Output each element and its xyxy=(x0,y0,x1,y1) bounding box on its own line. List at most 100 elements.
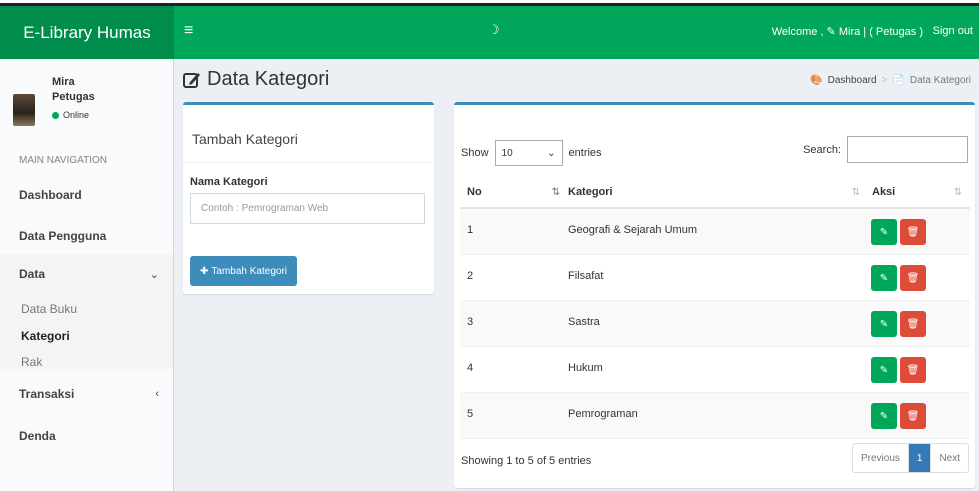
subitem-kategori[interactable]: Kategori xyxy=(21,329,70,343)
length-control: Show 10 ⌄ entries xyxy=(461,140,602,166)
row-actions: ✎ 🗑 xyxy=(871,265,926,291)
edit-icon[interactable]: ✎ xyxy=(871,311,897,337)
document-icon: 📄 xyxy=(892,75,905,86)
edit-icon[interactable]: ✎ xyxy=(871,219,897,245)
box-title: Tambah Kategori xyxy=(183,105,434,163)
breadcrumb-separator: > xyxy=(881,75,888,86)
edit-icon[interactable]: ✎ xyxy=(871,265,897,291)
pagination-next[interactable]: Next xyxy=(931,444,968,472)
sidebar: Mira Petugas Online MAIN NAVIGATION Dash… xyxy=(0,59,174,491)
row-kategori: Sastra xyxy=(568,316,600,328)
edit-icon[interactable]: ✎ xyxy=(871,357,897,383)
entries-value: 10 xyxy=(501,147,513,159)
subitem-data-buku[interactable]: Data Buku xyxy=(21,302,77,316)
top-navbar: ≡ ☽ Welcome , ✎ Mira | ( Petugas ) Sign … xyxy=(174,6,979,59)
nav-header: MAIN NAVIGATION xyxy=(19,155,107,166)
search-control: Search: xyxy=(803,136,968,163)
user-status-label: Online xyxy=(63,110,90,120)
table-row: 2 Filsafat ✎ 🗑 xyxy=(460,255,970,301)
trash-icon[interactable]: 🗑 xyxy=(900,311,926,337)
show-label: Show xyxy=(461,147,489,159)
row-actions: ✎ 🗑 xyxy=(871,219,926,245)
category-table-box: Show 10 ⌄ entries Search: No ⇅ Kategori … xyxy=(454,102,975,488)
edit-icon[interactable]: ✎ xyxy=(871,403,897,429)
column-kategori[interactable]: Kategori ⇅ xyxy=(568,175,868,209)
trash-icon[interactable]: 🗑 xyxy=(900,265,926,291)
search-label: Search: xyxy=(803,143,841,156)
sidebar-item-denda[interactable]: Denda xyxy=(0,416,173,456)
row-no: 3 xyxy=(467,316,474,328)
sidebar-item-transaksi[interactable]: Transaksi ‹ xyxy=(0,374,173,414)
sidebar-item-label: Transaksi xyxy=(19,387,75,401)
sidebar-item-label: Data Pengguna xyxy=(19,229,107,243)
edit-icon xyxy=(183,72,200,88)
dashboard-icon: 🎨 xyxy=(810,75,823,86)
category-name-label: Nama Kategori xyxy=(190,176,268,188)
page-title: Data Kategori xyxy=(183,68,329,91)
sidebar-item-label: Dashboard xyxy=(19,188,82,202)
table-row: 1 Geografi & Sejarah Umum ✎ 🗑 xyxy=(460,209,970,255)
entries-label: entries xyxy=(568,147,602,159)
column-no-label: No xyxy=(467,186,482,198)
add-category-label: Tambah Kategori xyxy=(211,265,287,277)
column-kategori-label: Kategori xyxy=(568,186,613,198)
pagination: Previous 1 Next xyxy=(851,443,969,473)
sidebar-item-pengguna[interactable]: Data Pengguna xyxy=(0,216,173,256)
table-header: No ⇅ Kategori ⇅ Aksi ⇅ xyxy=(460,175,970,209)
row-no: 2 xyxy=(467,270,474,282)
row-kategori: Hukum xyxy=(568,362,603,374)
row-no: 5 xyxy=(467,408,474,420)
row-kategori: Pemrograman xyxy=(568,408,638,420)
signout-link[interactable]: Sign out xyxy=(933,25,973,37)
pagination-previous[interactable]: Previous xyxy=(853,444,909,472)
row-actions: ✎ 🗑 xyxy=(871,403,926,429)
table-row: 5 Pemrograman ✎ 🗑 xyxy=(460,393,970,439)
trash-icon[interactable]: 🗑 xyxy=(900,403,926,429)
subitem-rak[interactable]: Rak xyxy=(21,355,42,369)
loading-icon: ☽ xyxy=(488,22,500,37)
row-no: 1 xyxy=(467,224,474,236)
row-kategori: Filsafat xyxy=(568,270,604,282)
entries-select[interactable]: 10 ⌄ xyxy=(494,140,563,166)
column-aksi[interactable]: Aksi ⇅ xyxy=(872,175,970,209)
app-logo[interactable]: E-Library Humas xyxy=(0,6,174,59)
page-title-text: Data Kategori xyxy=(207,68,330,90)
add-category-box: Tambah Kategori Nama Kategori Contoh : P… xyxy=(183,102,434,294)
table-row: 3 Sastra ✎ 🗑 xyxy=(460,301,970,347)
sidebar-item-label: Denda xyxy=(19,429,56,443)
row-actions: ✎ 🗑 xyxy=(871,311,926,337)
sidebar-item-dashboard[interactable]: Dashboard xyxy=(0,175,173,215)
chevron-down-icon: ⌄ xyxy=(547,147,556,159)
row-no: 4 xyxy=(467,362,474,374)
row-actions: ✎ 🗑 xyxy=(871,357,926,383)
user-status: Online xyxy=(52,110,89,120)
welcome-text[interactable]: Welcome , ✎ Mira | ( Petugas ) xyxy=(772,25,923,38)
sidebar-toggle-icon[interactable]: ≡ xyxy=(184,22,193,40)
trash-icon[interactable]: 🗑 xyxy=(900,219,926,245)
chevron-down-icon: ⌄ xyxy=(149,268,159,281)
pagination-page-1[interactable]: 1 xyxy=(908,444,932,472)
breadcrumb-home[interactable]: Dashboard xyxy=(828,75,877,86)
sort-icon: ⇅ xyxy=(851,186,860,198)
column-aksi-label: Aksi xyxy=(872,186,896,198)
sort-icon: ⇅ xyxy=(953,186,962,198)
table-info: Showing 1 to 5 of 5 entries xyxy=(461,455,592,467)
main-header: E-Library Humas ≡ ☽ Welcome , ✎ Mira | (… xyxy=(0,6,979,59)
trash-icon[interactable]: 🗑 xyxy=(900,357,926,383)
sidebar-item-data[interactable]: Data ⌄ xyxy=(0,254,173,294)
plus-icon: ✚ xyxy=(200,265,209,277)
sidebar-item-label: Data xyxy=(19,267,46,281)
category-name-input[interactable]: Contoh : Pemrograman Web xyxy=(190,193,425,224)
column-no[interactable]: No ⇅ xyxy=(467,175,568,209)
table-row: 4 Hukum ✎ 🗑 xyxy=(460,347,970,393)
breadcrumb: 🎨 Dashboard > 📄 Data Kategori xyxy=(810,75,971,86)
add-category-button[interactable]: ✚ Tambah Kategori xyxy=(190,256,297,286)
sort-asc-icon: ⇅ xyxy=(551,186,560,198)
search-input[interactable] xyxy=(847,136,968,163)
breadcrumb-current: Data Kategori xyxy=(909,75,971,86)
online-status-icon xyxy=(52,111,59,119)
avatar xyxy=(13,94,35,126)
user-panel: Mira Petugas Online xyxy=(0,59,173,139)
row-kategori: Geografi & Sejarah Umum xyxy=(568,224,697,236)
user-role: Petugas xyxy=(52,91,95,103)
